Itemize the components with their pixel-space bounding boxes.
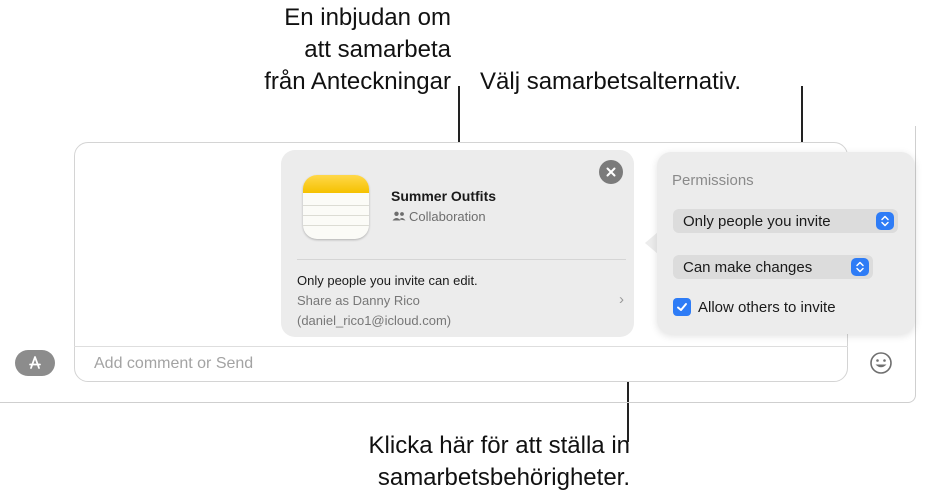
allow-others-label: Allow others to invite [698,298,836,316]
card-subtitle: Collaboration [409,209,486,224]
card-divider [297,259,626,260]
people-icon [392,211,406,221]
emoji-icon [870,352,892,374]
permissions-popover: Permissions Only people you invite Can m… [657,152,915,334]
checkmark-icon [677,303,687,311]
permissions-title: Permissions [672,172,754,189]
who-can-access-select[interactable]: Only people you invite [673,209,898,233]
close-button[interactable] [599,160,623,184]
chevron-updown-icon [851,258,869,276]
callout-permissions: Klicka här för att ställa in samarbetsbe… [368,432,630,491]
emoji-button[interactable] [868,350,894,376]
allow-others-row[interactable]: Allow others to invite [673,298,836,316]
notes-app-icon [303,175,369,239]
comment-input[interactable] [92,352,696,376]
share-as-account: Share as Danny Rico (daniel_rico1@icloud… [297,293,452,328]
chevron-right-icon[interactable]: › [619,291,624,308]
access-level-select[interactable]: Can make changes [673,255,873,279]
collaboration-card[interactable]: Summer Outfits Collaboration Only people… [281,150,634,337]
apps-button[interactable] [15,350,55,376]
allow-others-checkbox[interactable] [673,298,691,316]
callout-options: Välj samarbetsalternativ. [480,68,741,95]
app-store-icon [29,356,41,369]
callout-invitation: En inbjudan om att samarbeta från Anteck… [264,4,451,95]
card-title: Summer Outfits [391,188,497,204]
permission-status: Only people you invite can edit. [297,273,478,288]
compose-divider [74,346,848,347]
chevron-updown-icon [876,212,894,230]
close-icon [606,167,616,177]
